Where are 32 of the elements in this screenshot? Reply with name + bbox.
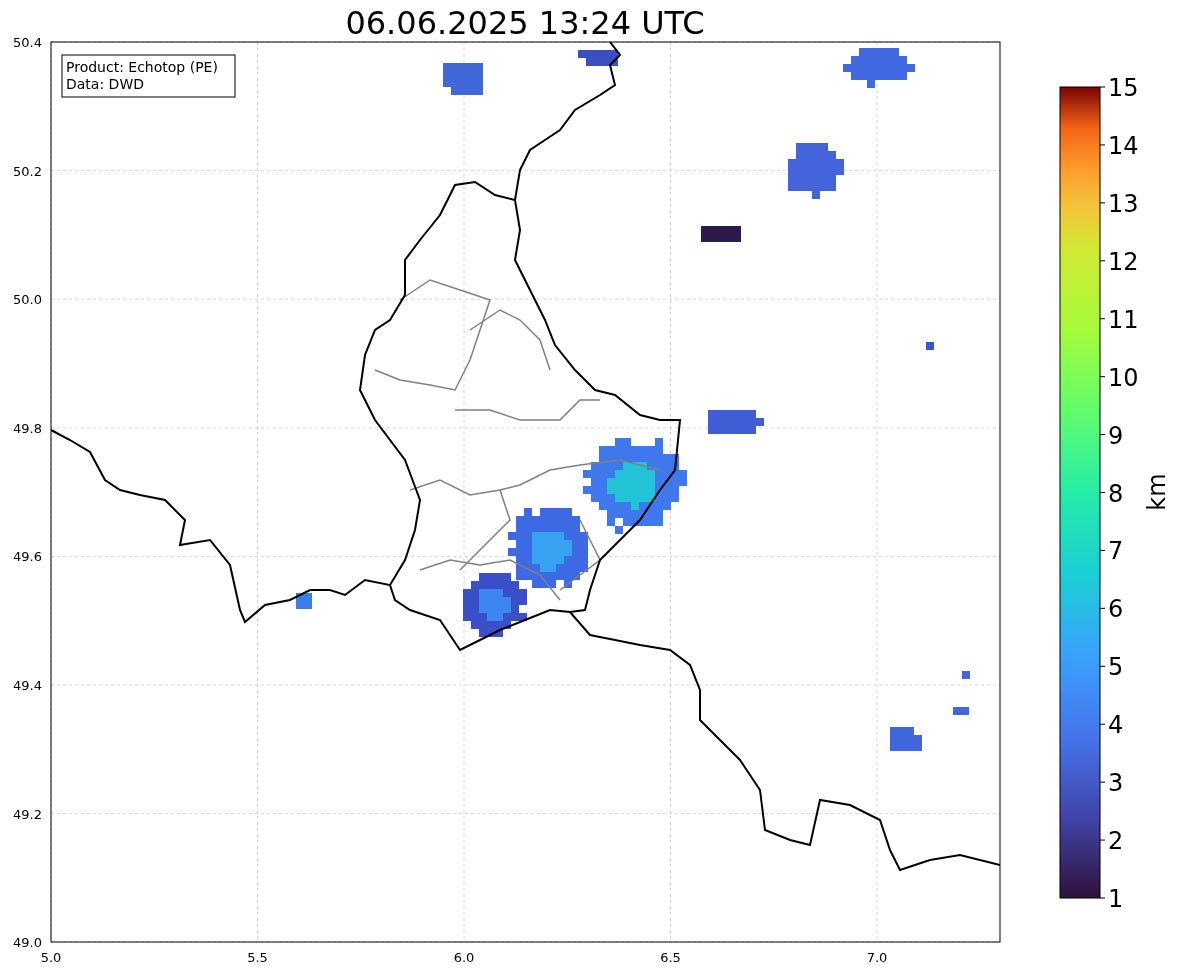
- axis-tick-label: 49.8: [13, 420, 42, 436]
- colorbar-tick-label: 13: [1108, 189, 1139, 218]
- axis-tick-label: 50.2: [13, 163, 42, 179]
- colorbar-tick-label: 15: [1108, 74, 1139, 102]
- colorbar-tick-label: 11: [1108, 305, 1139, 334]
- colorbar-tick-label: 2: [1108, 827, 1124, 856]
- info-text: Data: DWD: [66, 76, 144, 92]
- axis-tick-label: 50.4: [13, 35, 42, 50]
- axis-tick-label: 49.4: [13, 678, 42, 693]
- colorbar-tick-label: 4: [1108, 711, 1124, 740]
- info-text: Product: Echotop (PE): [66, 59, 218, 75]
- axis-tick-label: 5.5: [247, 950, 268, 965]
- axis-tick-label: 6.0: [453, 950, 475, 965]
- axis-tick-label: 6.5: [660, 950, 681, 965]
- colorbar-tick-label: 3: [1108, 769, 1124, 798]
- colorbar-tick-label: 12: [1108, 247, 1139, 276]
- axis-tick-label: 7.0: [866, 950, 888, 965]
- axis-tick-label: 5.0: [40, 950, 62, 965]
- colorbar-tick-label: 7: [1108, 537, 1124, 566]
- axis-tick-label: 49.6: [13, 549, 42, 565]
- colorbar-tick-label: 5: [1108, 653, 1124, 682]
- colorbar-tick-label: 10: [1108, 363, 1139, 392]
- axis-tick-label: 49.0: [13, 935, 42, 951]
- colorbar-label: km: [1143, 473, 1171, 511]
- axis-tick-label: 50.0: [13, 292, 42, 308]
- colorbar-tick-label: 1: [1108, 885, 1124, 913]
- axis-tick-label: 49.2: [13, 806, 42, 822]
- colorbar-tick-label: 14: [1108, 131, 1139, 160]
- colorbar-tick-label: 6: [1108, 595, 1124, 624]
- colorbar-tick-label: 9: [1108, 421, 1124, 450]
- colorbar-tick-label: 8: [1108, 479, 1124, 508]
- chart-title: 06.06.2025 13:24 UTC: [345, 4, 705, 42]
